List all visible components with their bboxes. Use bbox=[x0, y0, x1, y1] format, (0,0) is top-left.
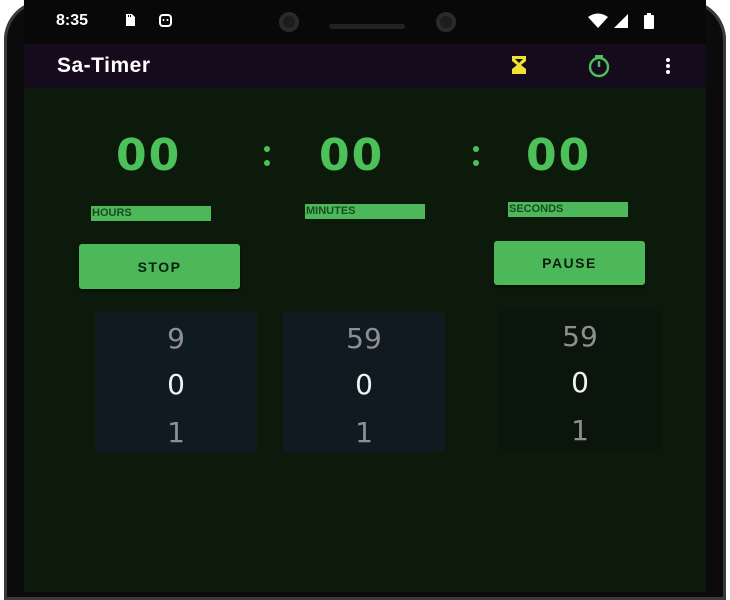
minutes-picker[interactable]: 59 0 1 bbox=[283, 312, 445, 452]
wifi-icon bbox=[587, 13, 609, 34]
earpiece-speaker bbox=[329, 24, 405, 29]
more-vert-icon[interactable] bbox=[663, 54, 673, 83]
screen: 8:35 Sa-Timer 00 00 00 HOURS MINUTES SEC… bbox=[24, 0, 706, 592]
minutes-display: 00 bbox=[319, 130, 385, 181]
picker-next-value[interactable]: 1 bbox=[499, 414, 661, 447]
app-title: Sa-Timer bbox=[57, 54, 151, 77]
stop-button[interactable]: STOP bbox=[79, 244, 240, 289]
hours-label: HOURS bbox=[91, 206, 211, 221]
picker-prev-value[interactable]: 9 bbox=[95, 322, 257, 355]
colon-separator bbox=[473, 146, 481, 174]
seconds-display: 00 bbox=[526, 130, 592, 181]
picker-prev-value[interactable]: 59 bbox=[499, 320, 661, 353]
picker-prev-value[interactable]: 59 bbox=[283, 322, 445, 355]
picker-current-value[interactable]: 0 bbox=[499, 366, 661, 399]
seconds-label: SECONDS bbox=[508, 202, 628, 217]
hours-display: 00 bbox=[116, 130, 182, 181]
pause-button[interactable]: PAUSE bbox=[494, 241, 645, 285]
status-time: 8:35 bbox=[56, 12, 89, 29]
signal-icon bbox=[613, 13, 629, 34]
status-bar: 8:35 bbox=[24, 0, 706, 44]
hourglass-icon[interactable] bbox=[508, 54, 530, 81]
picker-current-value[interactable]: 0 bbox=[95, 368, 257, 401]
minutes-label: MINUTES bbox=[305, 204, 425, 219]
picker-current-value[interactable]: 0 bbox=[283, 368, 445, 401]
android-debug-icon bbox=[158, 13, 173, 33]
seconds-picker[interactable]: 59 0 1 bbox=[499, 310, 661, 450]
front-sensor bbox=[436, 12, 456, 32]
app-bar: Sa-Timer bbox=[24, 44, 706, 88]
front-camera bbox=[279, 12, 299, 32]
sd-card-icon bbox=[123, 13, 137, 32]
camera-notch bbox=[254, 6, 474, 36]
hours-picker[interactable]: 9 0 1 bbox=[95, 312, 257, 452]
battery-icon bbox=[643, 13, 655, 34]
phone-frame: 8:35 Sa-Timer 00 00 00 HOURS MINUTES SEC… bbox=[0, 0, 730, 600]
colon-separator bbox=[264, 146, 272, 174]
picker-next-value[interactable]: 1 bbox=[95, 416, 257, 449]
stopwatch-icon[interactable] bbox=[583, 54, 615, 83]
picker-next-value[interactable]: 1 bbox=[283, 416, 445, 449]
